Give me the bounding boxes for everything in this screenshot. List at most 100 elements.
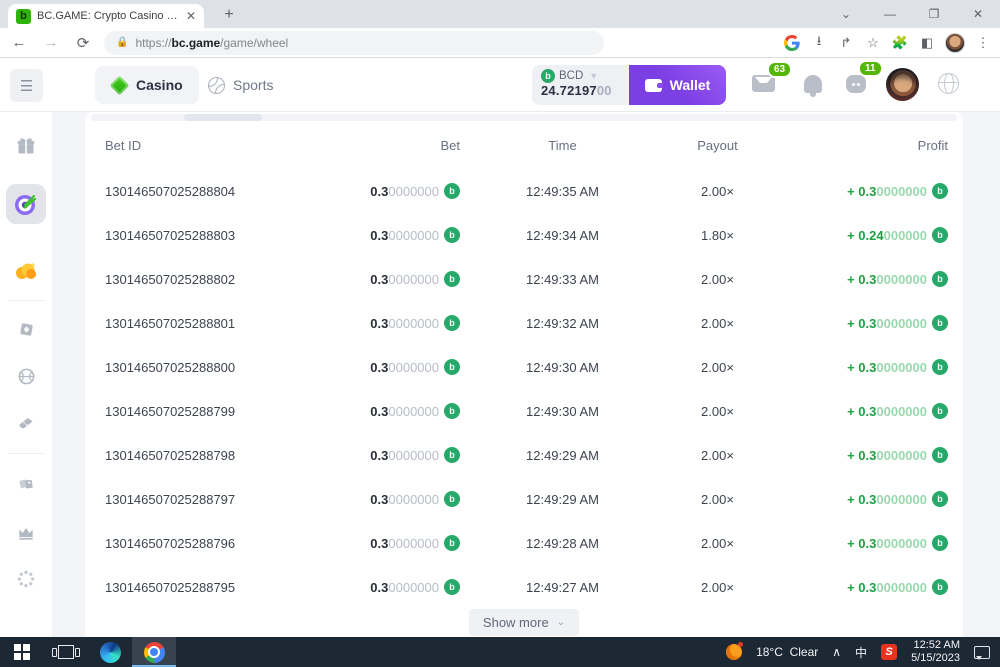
payout-cell: 2.00× — [701, 492, 734, 507]
col-header-bet-id: Bet ID — [105, 138, 385, 153]
sidebar-card-diamond-icon[interactable] — [6, 309, 46, 349]
chat-icon[interactable] — [846, 75, 866, 93]
bcd-coin-icon: b — [444, 359, 460, 375]
bet-id-cell: 130146507025288800 — [105, 360, 385, 375]
sidebar-basketball-icon[interactable] — [6, 356, 46, 396]
bet-amount-cell: 0.30000000 b — [370, 359, 460, 375]
ime-indicator[interactable]: 中 — [855, 644, 867, 661]
balance-amount: 24.7219700 — [541, 83, 623, 98]
sidebar-ticket-icon[interactable] — [6, 403, 46, 443]
table-row[interactable]: 130146507025288800 0.30000000 b 12:49:30… — [85, 345, 963, 389]
payout-cell: 2.00× — [701, 448, 734, 463]
bet-amount-cell: 0.30000000 b — [370, 183, 460, 199]
bet-id-cell: 130146507025288803 — [105, 228, 385, 243]
share-icon[interactable]: ↱ — [837, 34, 855, 52]
bcd-coin-icon: b — [444, 579, 460, 595]
balance-selector[interactable]: b BCD ▼ 24.7219700 — [532, 65, 629, 105]
table-row[interactable]: 130146507025288795 0.30000000 b 12:49:27… — [85, 565, 963, 609]
wallet-button[interactable]: Wallet — [629, 65, 726, 105]
task-view-button[interactable] — [44, 637, 88, 667]
edge-taskbar-icon[interactable] — [88, 637, 132, 667]
tray-chevron-icon[interactable]: ∧ — [832, 645, 841, 659]
table-row[interactable]: 130146507025288804 0.30000000 b 12:49:35… — [85, 169, 963, 213]
tab-casino[interactable]: Casino — [95, 66, 199, 104]
browser-profile-avatar[interactable] — [945, 33, 965, 53]
weather-moon-icon[interactable] — [726, 644, 742, 660]
bookmark-star-icon[interactable]: ☆ — [864, 34, 882, 52]
show-more-button[interactable]: Show more ⌄ — [469, 609, 579, 636]
action-center-icon[interactable] — [974, 646, 990, 659]
browser-tab[interactable]: b BC.GAME: Crypto Casino Games ✕ — [8, 4, 204, 28]
side-panel-icon[interactable]: ◧ — [918, 34, 936, 52]
bcd-coin-icon: b — [541, 69, 555, 83]
sidebar-divider — [8, 453, 44, 454]
table-row[interactable]: 130146507025288797 0.30000000 b 12:49:29… — [85, 477, 963, 521]
casino-label: Casino — [136, 77, 183, 93]
mail-badge: 63 — [767, 61, 792, 78]
bet-amount-cell: 0.30000000 b — [370, 447, 460, 463]
payout-cell: 2.00× — [701, 580, 734, 595]
table-row[interactable]: 130146507025288798 0.30000000 b 12:49:29… — [85, 433, 963, 477]
table-row[interactable]: 130146507025288796 0.30000000 b 12:49:28… — [85, 521, 963, 565]
notifications-bell-icon[interactable] — [804, 75, 822, 93]
extensions-puzzle-icon[interactable]: 🧩 — [891, 34, 909, 52]
close-window-button[interactable]: ✕ — [956, 7, 1000, 21]
tab-sports[interactable]: Sports — [192, 66, 289, 104]
sports-basketball-icon — [208, 77, 225, 94]
table-row[interactable]: 130146507025288803 0.30000000 b 12:49:34… — [85, 213, 963, 257]
lock-icon: 🔒 — [116, 37, 128, 48]
time-cell: 12:49:33 AM — [526, 272, 599, 287]
currency-code: BCD — [559, 70, 583, 82]
sidebar-crown-icon[interactable] — [6, 513, 46, 553]
google-icon[interactable] — [783, 34, 801, 52]
forward-button[interactable]: → — [40, 34, 62, 51]
bcd-coin-icon: b — [444, 491, 460, 507]
main-area: Bet ID Bet Time Payout Profit 1301465070… — [0, 112, 1000, 637]
weather-text[interactable]: 18°C Clear — [756, 645, 818, 659]
bet-amount-cell: 0.30000000 b — [370, 535, 460, 551]
payout-cell: 2.00× — [701, 184, 734, 199]
show-more-chevron-icon: ⌄ — [557, 617, 565, 628]
bcd-coin-icon: b — [932, 227, 948, 243]
sidebar-coins-icon[interactable] — [6, 250, 46, 290]
sogou-icon[interactable]: S — [881, 644, 897, 660]
bet-table-header: Bet ID Bet Time Payout Profit — [85, 121, 963, 169]
taskbar-clock[interactable]: 12:52 AM5/15/2023 — [911, 639, 960, 665]
time-cell: 12:49:29 AM — [526, 492, 599, 507]
chevron-down-icon: ▼ — [589, 71, 598, 81]
browser-tab-strip: b BC.GAME: Crypto Casino Games ✕ + ⌄ — ❐… — [0, 0, 1000, 28]
sidebar-dots-circle-icon[interactable] — [6, 559, 46, 599]
download-icon[interactable]: ⭳ — [810, 34, 828, 52]
bcgame-favicon-icon: b — [16, 9, 31, 24]
col-header-time: Time — [548, 138, 576, 153]
reload-button[interactable]: ⟳ — [72, 34, 94, 52]
bet-amount-cell: 0.30000000 b — [370, 403, 460, 419]
sidebar-gift-icon[interactable] — [6, 126, 46, 166]
restore-window-button[interactable]: ❐ — [912, 7, 956, 21]
browser-menu-icon[interactable]: ⋮ — [974, 34, 992, 52]
profit-cell: + 0.30000000 b — [847, 579, 948, 595]
bcd-coin-icon: b — [444, 183, 460, 199]
table-row[interactable]: 130146507025288799 0.30000000 b 12:49:30… — [85, 389, 963, 433]
user-avatar[interactable] — [886, 68, 919, 101]
back-button[interactable]: ← — [8, 34, 30, 51]
language-globe-icon[interactable] — [938, 73, 959, 94]
close-tab-icon[interactable]: ✕ — [186, 9, 196, 23]
minimize-window-button[interactable]: — — [868, 7, 912, 21]
hamburger-menu-button[interactable]: ☰ — [10, 69, 43, 102]
new-tab-button[interactable]: + — [218, 5, 240, 27]
sidebar-tags-icon[interactable] — [6, 466, 46, 506]
chrome-taskbar-icon[interactable] — [132, 637, 176, 667]
payout-cell: 2.00× — [701, 404, 734, 419]
start-button[interactable] — [0, 637, 44, 667]
table-row[interactable]: 130146507025288801 0.30000000 b 12:49:32… — [85, 301, 963, 345]
bcd-coin-icon: b — [932, 447, 948, 463]
col-header-bet: Bet — [440, 138, 460, 153]
table-row[interactable]: 130146507025288802 0.30000000 b 12:49:33… — [85, 257, 963, 301]
screen: b BC.GAME: Crypto Casino Games ✕ + ⌄ — ❐… — [0, 0, 1000, 667]
profit-cell: + 0.24000000 b — [847, 227, 948, 243]
address-bar[interactable]: 🔒 https://bc.game/game/wheel — [104, 31, 604, 55]
sidebar-dartboard-icon[interactable] — [6, 184, 46, 224]
profit-cell: + 0.30000000 b — [847, 359, 948, 375]
tab-search-chevron-icon[interactable]: ⌄ — [824, 7, 868, 21]
